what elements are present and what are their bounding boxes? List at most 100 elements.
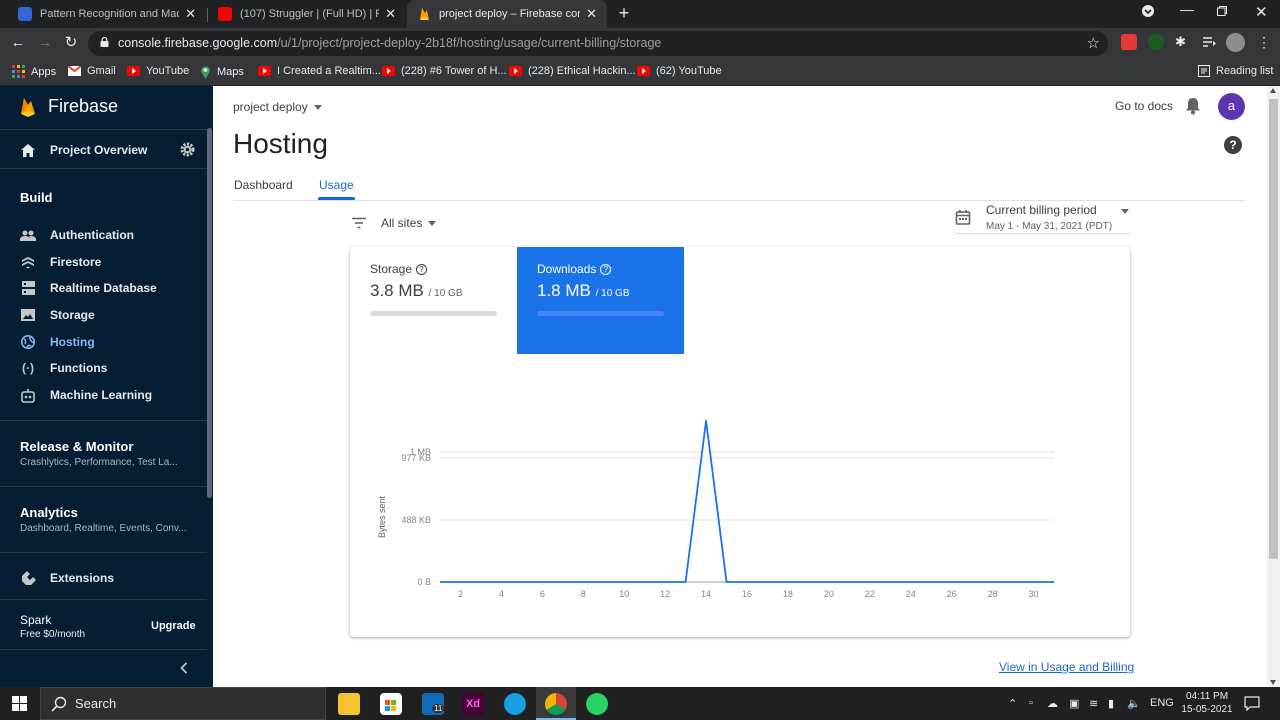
bookmark-maps[interactable]: Maps: [200, 65, 244, 79]
close-window-icon[interactable]: ✕: [1255, 3, 1268, 21]
reload-icon[interactable]: ↻: [62, 34, 80, 52]
tab-dashboard[interactable]: Dashboard: [234, 178, 293, 192]
home-icon: [20, 142, 36, 158]
taskbar-search-box[interactable]: Search: [40, 687, 326, 720]
maximize-window-icon[interactable]: [1216, 4, 1228, 20]
tray-device-icon[interactable]: ▫: [1029, 697, 1033, 709]
close-tab-icon[interactable]: ✕: [586, 6, 597, 22]
edge-browser-icon[interactable]: [504, 693, 526, 715]
firebase-logo[interactable]: Firebase: [20, 96, 118, 117]
notifications-bell-icon[interactable]: [1185, 97, 1201, 115]
help-icon[interactable]: ?: [1224, 136, 1242, 154]
reading-list-button[interactable]: Reading list: [1198, 65, 1273, 77]
collapse-sidebar-chevron-icon[interactable]: [179, 661, 189, 679]
volume-icon[interactable]: 🔈: [1127, 697, 1141, 710]
metric-tile-downloads[interactable]: Downloads? 1.8 MB / 10 GB: [517, 247, 684, 354]
bookmark-youtube[interactable]: YouTube: [127, 65, 189, 77]
scroll-up-arrow-icon[interactable]: [1270, 88, 1276, 93]
new-tab-button[interactable]: +: [614, 3, 634, 23]
help-circle-icon[interactable]: ?: [416, 263, 428, 275]
extension-icon[interactable]: [1148, 34, 1164, 50]
bytes-sent-chart: 0 B488 KB977 KB1 MB2 4 6 8 10 12 14 16 18 20 22 24 2…: [377, 419, 1054, 599]
scroll-down-arrow-icon[interactable]: [1270, 680, 1276, 685]
sidebar-item-machine-learning[interactable]: Machine Learning: [20, 387, 152, 403]
sidebar-item-functions[interactable]: (·) Functions: [20, 360, 107, 376]
divider: [0, 420, 207, 421]
browser-tab[interactable]: (107) Struggler | (Full HD) | R ✕: [208, 0, 406, 28]
bookmark-item[interactable]: (228) Ethical Hackin...: [509, 65, 636, 77]
media-controls-icon[interactable]: [1201, 34, 1217, 50]
bookmark-star-icon[interactable]: ☆: [1087, 34, 1100, 52]
scrollbar-thumb[interactable]: [1269, 99, 1278, 559]
tabs-divider: [233, 200, 1245, 201]
help-circle-icon[interactable]: ?: [600, 263, 612, 275]
billing-period-label: Current billing period: [986, 203, 1097, 217]
back-arrow-icon[interactable]: ←: [9, 34, 27, 52]
bookmark-label: (228) #6 Tower of H...: [401, 65, 507, 77]
windows-taskbar: Search 11 Xd ⌃ ▫ ☁ ▣ ≋ ▮ 🔈 ENG 04:11 PM …: [0, 687, 1280, 720]
x-tick-label: 6: [540, 589, 545, 599]
file-explorer-icon[interactable]: [338, 693, 360, 715]
extension-icon[interactable]: [1121, 34, 1137, 50]
sidebar-item-extensions[interactable]: Extensions: [20, 570, 114, 586]
usage-card: Storage? 3.8 MB / 10 GB Downloads? 1.8 M…: [350, 247, 1130, 637]
firestore-icon: [20, 254, 36, 270]
sidebar-section-release-monitor[interactable]: Release & Monitor: [20, 439, 133, 454]
bookmark-apps[interactable]: Apps: [12, 65, 56, 78]
browser-tab[interactable]: Pattern Recognition and Machin ✕: [8, 0, 206, 28]
metric-tile-storage[interactable]: Storage? 3.8 MB / 10 GB: [350, 247, 517, 354]
sidebar-item-firestore[interactable]: Firestore: [20, 254, 101, 270]
project-selector[interactable]: project deploy: [233, 100, 322, 114]
page-scrollbar[interactable]: [1267, 86, 1280, 687]
maps-pin-icon: [201, 66, 210, 79]
adobe-xd-icon[interactable]: Xd: [462, 693, 484, 715]
system-clock[interactable]: 04:11 PM 15-05-2021: [1172, 690, 1242, 716]
sidebar-section-build[interactable]: Build: [20, 190, 53, 205]
tray-network-icon[interactable]: ▣: [1069, 697, 1079, 710]
battery-icon[interactable]: ▮: [1108, 697, 1114, 710]
bookmark-gmail[interactable]: Gmail: [68, 65, 116, 77]
chrome-browser-icon[interactable]: [545, 693, 567, 715]
windows-start-icon[interactable]: [12, 696, 27, 711]
minimize-window-icon[interactable]: —: [1180, 1, 1194, 17]
image-icon: [20, 307, 36, 323]
site-filter-dropdown[interactable]: All sites: [351, 216, 437, 230]
tab-search-icon[interactable]: [1141, 4, 1155, 21]
profile-avatar-icon[interactable]: [1226, 33, 1245, 52]
browser-menu-icon[interactable]: ⋮: [1256, 34, 1272, 50]
close-tab-icon[interactable]: ✕: [185, 6, 196, 22]
settings-gear-icon[interactable]: [179, 141, 196, 163]
sidebar-section-analytics[interactable]: Analytics: [20, 505, 78, 520]
bookmark-item[interactable]: (228) #6 Tower of H...: [382, 65, 507, 77]
account-avatar[interactable]: a: [1218, 93, 1245, 120]
sidebar-scrollbar[interactable]: [207, 128, 212, 498]
bookmark-item[interactable]: (62) YouTube: [637, 65, 722, 77]
youtube-icon: [258, 66, 271, 76]
bookmark-item[interactable]: I Created a Realtim...: [258, 65, 381, 77]
microsoft-store-icon[interactable]: [380, 693, 402, 715]
extensions-puzzle-icon[interactable]: ✱: [1175, 34, 1191, 50]
go-to-docs-link[interactable]: Go to docs: [1115, 99, 1173, 113]
sidebar-item-label: Realtime Database: [50, 281, 157, 295]
sidebar-section-subtitle: Dashboard, Realtime, Events, Conv...: [20, 523, 187, 534]
notifications-center-icon[interactable]: [1244, 695, 1260, 711]
language-indicator[interactable]: ENG: [1150, 697, 1174, 709]
whatsapp-icon[interactable]: [586, 693, 608, 715]
tray-cloud-icon[interactable]: ☁: [1047, 697, 1058, 710]
sidebar-item-storage[interactable]: Storage: [20, 307, 95, 323]
view-usage-billing-link[interactable]: View in Usage and Billing: [999, 660, 1134, 674]
y-tick-label: 0 B: [417, 577, 431, 587]
upgrade-button[interactable]: Upgrade: [151, 620, 196, 632]
forward-arrow-icon[interactable]: →: [36, 34, 54, 52]
wifi-icon[interactable]: ≋: [1089, 697, 1098, 710]
sidebar-item-hosting[interactable]: Hosting: [20, 334, 95, 350]
sidebar-item-project-overview[interactable]: Project Overview: [20, 142, 147, 158]
close-tab-icon[interactable]: ✕: [385, 6, 396, 22]
mail-icon[interactable]: 11: [422, 693, 445, 715]
tab-usage[interactable]: Usage: [319, 178, 354, 192]
sidebar-item-authentication[interactable]: Authentication: [20, 227, 134, 243]
browser-tab-active[interactable]: project deploy – Firebase console ✕: [407, 0, 607, 28]
address-bar[interactable]: console.firebase.google.com/u/1/project/…: [88, 31, 1108, 56]
tray-overflow-chevron-icon[interactable]: ⌃: [1008, 697, 1017, 710]
sidebar-item-realtime-database[interactable]: Realtime Database: [20, 280, 157, 296]
